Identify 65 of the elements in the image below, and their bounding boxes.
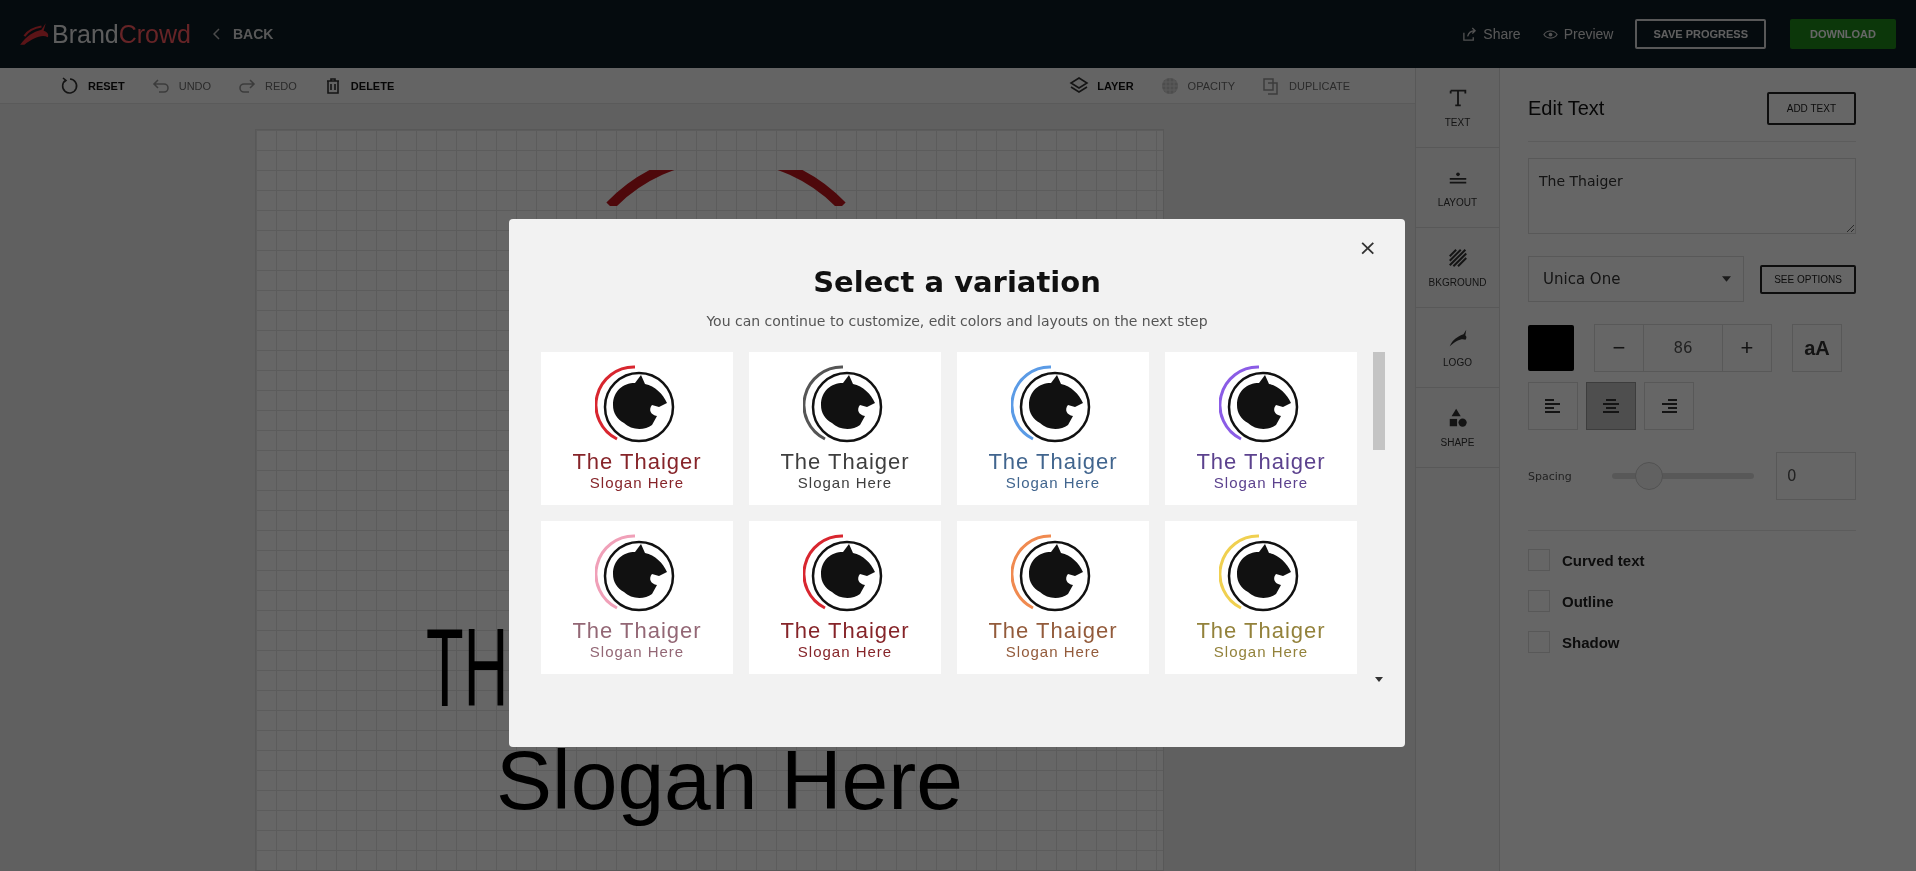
font-select[interactable]: Unica One (1528, 256, 1745, 302)
variation-card[interactable]: The Thaiger Slogan Here (957, 352, 1149, 505)
share-icon (1462, 26, 1478, 42)
scroll-down-icon[interactable] (1375, 677, 1383, 682)
chevron-left-icon (212, 28, 221, 40)
logo-slogan: Slogan Here (1213, 644, 1309, 661)
align-right-icon (1659, 396, 1679, 416)
see-options-button[interactable]: SEE OPTIONS (1760, 264, 1856, 294)
logo-name: The Thaiger (988, 620, 1118, 642)
logo-name: The Thaiger (988, 451, 1118, 473)
logo-slogan: Slogan Here (1213, 475, 1309, 492)
dialog-title: Select a variation (812, 265, 1102, 299)
logo-slogan: Slogan Here (589, 644, 685, 661)
logo-name: The Thaiger (1196, 620, 1326, 642)
increase-button[interactable]: + (1722, 324, 1772, 372)
align-left-button[interactable] (1528, 382, 1578, 430)
layer-button[interactable]: LAYER (1069, 75, 1134, 96)
variation-card[interactable]: The Thaiger Slogan Here (957, 521, 1149, 674)
canvas-headline: TH (426, 612, 509, 724)
caret-icon (1722, 276, 1732, 282)
align-center-icon (1601, 396, 1621, 416)
logo-name: The Thaiger (780, 620, 910, 642)
variation-card[interactable]: The Thaiger Slogan Here (1165, 521, 1357, 674)
logo-name: The Thaiger (572, 620, 702, 642)
logo-name: The Thaiger (780, 451, 910, 473)
option-label: Outline (1562, 592, 1614, 610)
option-label: Shadow (1562, 633, 1620, 651)
option-label: Curved text (1562, 551, 1645, 569)
logo-name: The Thaiger (572, 451, 702, 473)
spacing-field[interactable]: 0 (1776, 452, 1856, 500)
align-center-button[interactable] (1586, 382, 1636, 430)
case-button[interactable]: aA (1792, 324, 1842, 372)
save-progress-button[interactable]: SAVE PROGRESS (1635, 19, 1766, 49)
variation-card[interactable]: The Thaiger Slogan Here (541, 352, 733, 505)
variation-card[interactable]: The Thaiger Slogan Here (749, 352, 941, 505)
panel-title: Edit Text (1528, 97, 1605, 120)
add-text-button[interactable]: ADD TEXT (1766, 92, 1856, 125)
stripes-icon (1446, 247, 1469, 269)
dialog-subtitle: You can continue to customize, edit colors and layouts on the next step (705, 313, 1209, 329)
decrease-button[interactable]: − (1594, 324, 1644, 372)
preview-link[interactable]: Preview (1542, 26, 1614, 42)
logo-slogan: Slogan Here (589, 475, 685, 492)
logo-name: The Thaiger (1196, 451, 1326, 473)
font-size-field[interactable]: 86 (1644, 324, 1722, 372)
text-input[interactable]: The Thaiger (1528, 158, 1856, 234)
reset-icon (60, 75, 80, 96)
brand-logo[interactable]: BrandCrowd (18, 19, 191, 49)
logo-slogan: Slogan Here (1005, 644, 1101, 661)
variation-card[interactable]: The Thaiger Slogan Here (749, 521, 941, 674)
color-swatch[interactable] (1528, 325, 1574, 371)
reset-button[interactable]: RESET (60, 75, 125, 96)
close-button[interactable]: × (1354, 235, 1381, 260)
delete-button[interactable]: DELETE (322, 75, 395, 96)
share-link[interactable]: Share (1462, 26, 1521, 42)
download-button[interactable]: DOWNLOAD (1790, 19, 1896, 49)
back-link[interactable]: BACK (212, 26, 274, 42)
variation-card[interactable]: The Thaiger Slogan Here (541, 521, 733, 674)
align-left-icon (1543, 396, 1563, 416)
align-right-button[interactable] (1644, 382, 1694, 430)
spacing-label: Spacing (1528, 469, 1573, 483)
logo-slogan: Slogan Here (1005, 475, 1101, 492)
layers-icon (1069, 75, 1090, 96)
logo-slogan: Slogan Here (797, 644, 893, 661)
variation-card[interactable]: The Thaiger Slogan Here (1165, 352, 1357, 505)
logo-slogan: Slogan Here (797, 475, 893, 492)
